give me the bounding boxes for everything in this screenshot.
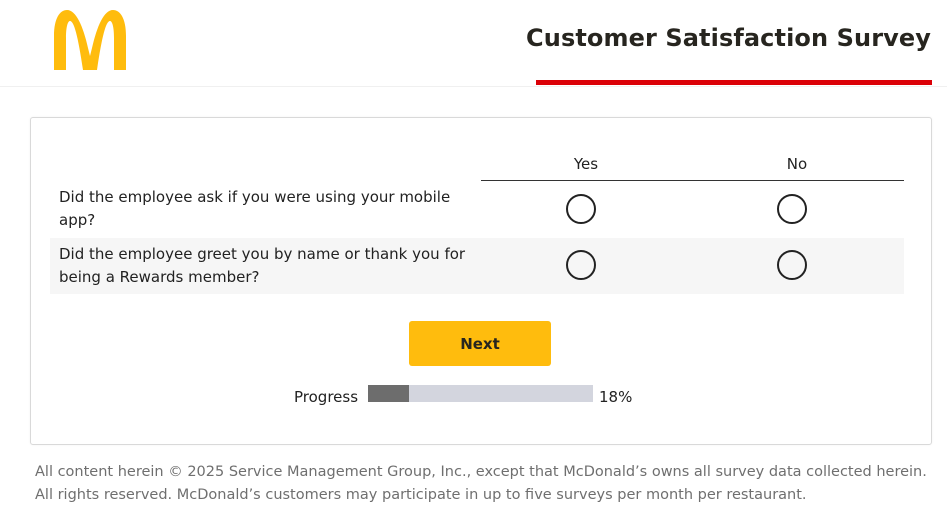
next-button[interactable]: Next (409, 321, 551, 366)
progress-bar (368, 385, 593, 402)
q1-no-radio[interactable] (777, 194, 807, 224)
page-header: Customer Satisfaction Survey (0, 0, 947, 87)
title-underline (536, 80, 932, 85)
page-title: Customer Satisfaction Survey (526, 24, 931, 52)
progress-label: Progress (294, 388, 359, 406)
column-header-no: No (786, 155, 808, 173)
question-row: Did the employee greet you by name or th… (50, 238, 904, 294)
progress-bar-fill (368, 385, 409, 402)
q2-yes-radio[interactable] (566, 250, 596, 280)
question-text: Did the employee ask if you were using y… (59, 188, 451, 229)
question-row: Did the employee ask if you were using y… (50, 182, 904, 238)
progress-percent: 18% (599, 388, 633, 406)
mcdonalds-logo-icon (54, 10, 126, 70)
q1-yes-radio[interactable] (566, 194, 596, 224)
footer-copyright: All content herein © 2025 Service Manage… (35, 464, 927, 503)
question-text: Did the employee greet you by name or th… (59, 245, 466, 286)
q2-no-radio[interactable] (777, 250, 807, 280)
column-header-yes: Yes (573, 155, 599, 173)
column-header-divider (481, 180, 904, 181)
